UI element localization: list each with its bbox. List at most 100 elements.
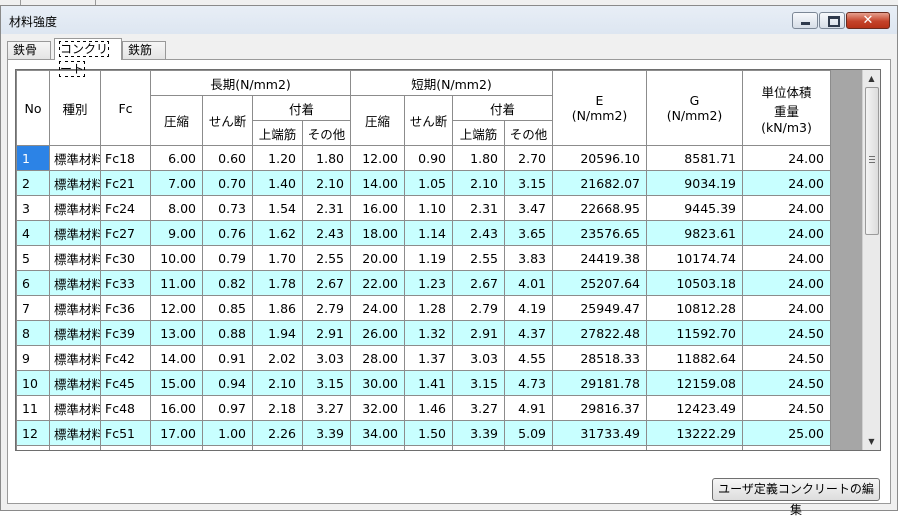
cell-short-compression[interactable]: 24.00 — [350, 295, 405, 321]
cell-unit-weight[interactable]: 24.50 — [742, 395, 831, 421]
cell-short-shear[interactable]: 1.37 — [404, 345, 453, 371]
cell-short-compression[interactable]: 12.00 — [350, 145, 405, 171]
cell-long-top-bar[interactable]: 1.20 — [252, 145, 303, 171]
cell-long-shear[interactable]: 1.00 — [202, 420, 253, 446]
cell-long-other[interactable]: 2.79 — [302, 295, 351, 321]
cell-long-top-bar[interactable]: 1.40 — [252, 170, 303, 196]
cell-short-other[interactable]: 4.19 — [504, 295, 553, 321]
cell-g[interactable]: 11592.70 — [646, 320, 743, 346]
cell-unit-weight[interactable]: 24.50 — [742, 370, 831, 396]
header-fc[interactable]: Fc — [100, 70, 151, 146]
cell-long-shear[interactable]: 0.97 — [202, 395, 253, 421]
cell-e[interactable]: 32343.89 — [552, 445, 647, 450]
tab-concrete[interactable]: コンクリート — [54, 38, 122, 77]
cell-kind[interactable]: 標準材料 — [49, 270, 101, 296]
maximize-button[interactable] — [819, 12, 845, 29]
cell-e[interactable]: 27822.48 — [552, 320, 647, 346]
minimize-button[interactable] — [792, 12, 818, 29]
cell-e[interactable]: 31733.49 — [552, 420, 647, 446]
header-kind[interactable]: 種別 — [49, 70, 101, 146]
scroll-thumb[interactable] — [865, 87, 879, 235]
cell-long-shear[interactable]: 1.03 — [202, 445, 253, 450]
cell-kind[interactable]: 標準材料 — [49, 145, 101, 171]
cell-long-other[interactable]: 3.03 — [302, 345, 351, 371]
tab-steel[interactable]: 鉄骨 — [7, 41, 51, 59]
cell-fc[interactable]: Fc27 — [100, 220, 151, 246]
cell-kind[interactable]: 標準材料 — [49, 220, 101, 246]
edit-user-concrete-button[interactable]: ユーザ定義コンクリートの編集 — [712, 478, 880, 517]
cell-short-top-bar[interactable]: 3.15 — [452, 370, 505, 396]
cell-g[interactable]: 13476.62 — [646, 445, 743, 450]
cell-long-compression[interactable]: 18.00 — [150, 445, 203, 450]
cell-long-other[interactable]: 2.43 — [302, 220, 351, 246]
cell-long-top-bar[interactable]: 2.10 — [252, 370, 303, 396]
cell-short-compression[interactable]: 16.00 — [350, 195, 405, 221]
cell-long-compression[interactable]: 10.00 — [150, 245, 203, 271]
cell-e[interactable]: 25207.64 — [552, 270, 647, 296]
cell-long-top-bar[interactable]: 2.18 — [252, 395, 303, 421]
cell-long-shear[interactable]: 0.70 — [202, 170, 253, 196]
table-row[interactable]: 5 標準材料 Fc30 10.00 0.79 1.70 2.55 20.00 1.19 2.55 3… — [16, 245, 831, 271]
header-e[interactable]: E (N/mm2) — [552, 70, 647, 146]
cell-long-compression[interactable]: 13.00 — [150, 320, 203, 346]
cell-unit-weight[interactable]: 24.00 — [742, 195, 831, 221]
cell-no[interactable]: 13 — [16, 445, 50, 450]
cell-short-other[interactable]: 3.83 — [504, 245, 553, 271]
table-row[interactable]: 2 標準材料 Fc21 7.00 0.70 1.40 2.10 14.00 1.05 2.10 3.… — [16, 170, 831, 196]
cell-short-other[interactable]: 5.27 — [504, 445, 553, 450]
cell-short-other[interactable]: 3.65 — [504, 220, 553, 246]
cell-unit-weight[interactable]: 24.00 — [742, 170, 831, 196]
table-row[interactable]: 6 標準材料 Fc33 11.00 0.82 1.78 2.67 22.00 1.23 2.67 4… — [16, 270, 831, 296]
cell-unit-weight[interactable]: 25.00 — [742, 445, 831, 450]
cell-g[interactable]: 8581.71 — [646, 145, 743, 171]
header-long-other[interactable]: その他 — [302, 120, 351, 146]
cell-g[interactable]: 9445.39 — [646, 195, 743, 221]
header-long-compression[interactable]: 圧縮 — [150, 95, 203, 146]
cell-unit-weight[interactable]: 24.00 — [742, 220, 831, 246]
cell-kind[interactable]: 標準材料 — [49, 445, 101, 450]
cell-short-compression[interactable]: 30.00 — [350, 370, 405, 396]
cell-long-other[interactable]: 2.91 — [302, 320, 351, 346]
cell-no[interactable]: 3 — [16, 195, 50, 221]
cell-long-compression[interactable]: 14.00 — [150, 345, 203, 371]
cell-short-shear[interactable]: 1.50 — [404, 420, 453, 446]
cell-long-compression[interactable]: 16.00 — [150, 395, 203, 421]
cell-long-top-bar[interactable]: 2.26 — [252, 420, 303, 446]
header-short-shear[interactable]: せん断 — [404, 95, 453, 146]
cell-no[interactable]: 2 — [16, 170, 50, 196]
cell-short-top-bar[interactable]: 3.39 — [452, 420, 505, 446]
header-short-other[interactable]: その他 — [504, 120, 553, 146]
header-g[interactable]: G (N/mm2) — [646, 70, 743, 146]
cell-no[interactable]: 7 — [16, 295, 50, 321]
cell-long-top-bar[interactable]: 1.86 — [252, 295, 303, 321]
cell-long-top-bar[interactable]: 1.78 — [252, 270, 303, 296]
scroll-down-icon[interactable]: ▼ — [863, 433, 880, 450]
cell-long-compression[interactable]: 6.00 — [150, 145, 203, 171]
vertical-scrollbar[interactable]: ▲ ▼ — [862, 70, 880, 450]
cell-kind[interactable]: 標準材料 — [49, 320, 101, 346]
cell-kind[interactable]: 標準材料 — [49, 170, 101, 196]
cell-unit-weight[interactable]: 24.50 — [742, 320, 831, 346]
cell-unit-weight[interactable]: 25.00 — [742, 420, 831, 446]
cell-fc[interactable]: Fc33 — [100, 270, 151, 296]
cell-e[interactable]: 20596.10 — [552, 145, 647, 171]
header-short-top-bar[interactable]: 上端筋 — [452, 120, 505, 146]
cell-no[interactable]: 1 — [16, 145, 50, 171]
table-row[interactable]: 8 標準材料 Fc39 13.00 0.88 1.94 2.91 26.00 1.32 2.91 4… — [16, 320, 831, 346]
cell-short-compression[interactable]: 14.00 — [350, 170, 405, 196]
cell-no[interactable]: 5 — [16, 245, 50, 271]
cell-short-shear[interactable]: 1.19 — [404, 245, 453, 271]
cell-long-top-bar[interactable]: 1.62 — [252, 220, 303, 246]
cell-long-shear[interactable]: 0.79 — [202, 245, 253, 271]
cell-short-top-bar[interactable]: 2.10 — [452, 170, 505, 196]
cell-short-compression[interactable]: 18.00 — [350, 220, 405, 246]
cell-long-other[interactable]: 3.39 — [302, 420, 351, 446]
cell-g[interactable]: 10812.28 — [646, 295, 743, 321]
cell-short-top-bar[interactable]: 2.91 — [452, 320, 505, 346]
cell-fc[interactable]: Fc42 — [100, 345, 151, 371]
header-long-shear[interactable]: せん断 — [202, 95, 253, 146]
cell-short-other[interactable]: 4.73 — [504, 370, 553, 396]
table-row[interactable]: 7 標準材料 Fc36 12.00 0.85 1.86 2.79 24.00 1.28 2.79 4… — [16, 295, 831, 321]
cell-kind[interactable]: 標準材料 — [49, 345, 101, 371]
cell-short-shear[interactable]: 0.90 — [404, 145, 453, 171]
